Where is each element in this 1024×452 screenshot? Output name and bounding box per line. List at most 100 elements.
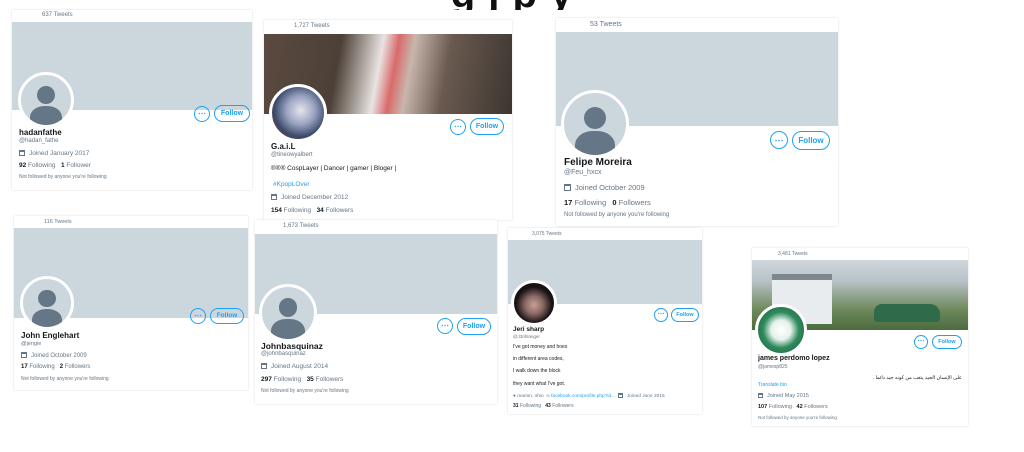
not-followed-note: Not followed by anyone you're following <box>564 212 670 218</box>
joined-date: Joined October 2009 <box>564 183 645 192</box>
bio-line: I've got money and hoes <box>513 344 568 350</box>
display-name: james perdomo lopez <box>758 355 830 362</box>
display-name: Felipe Moreira <box>564 157 632 168</box>
followers-count[interactable]: 42 <box>797 404 803 410</box>
location: marion, ohio <box>517 394 544 399</box>
tweet-count: 1,727 Tweets <box>294 23 330 29</box>
calendar-icon <box>261 363 267 369</box>
avatar[interactable] <box>561 90 629 158</box>
profile-card-hadanfathe: 637 Tweets ⋯ Follow hadanfathe @hadan_fa… <box>12 10 252 190</box>
tweet-count: 3,075 Tweets <box>532 231 562 237</box>
followers-count[interactable]: 35 <box>307 376 314 383</box>
display-name: Jeri sharp <box>513 326 545 333</box>
follow-stats: 17 Following 0 Followers <box>564 198 651 207</box>
calendar-icon <box>271 194 277 200</box>
joined-date: Joined December 2012 <box>271 194 348 201</box>
more-options-button[interactable]: ⋯ <box>654 308 668 322</box>
bio-line: in different area codes, <box>513 356 564 362</box>
joined-date: Joined January 2017 <box>19 150 89 157</box>
profile-card-johnbasquinaz: 1,673 Tweets ⋯ Follow Johnbasquinaz @joh… <box>255 220 497 404</box>
following-count[interactable]: 297 <box>261 376 272 383</box>
not-followed-note: Not followed by anyone you're following <box>758 415 837 420</box>
profile-card-felipe: 53 Tweets ⋯ Follow Felipe Moreira @Feu_h… <box>556 18 838 226</box>
more-options-button[interactable]: ⋯ <box>437 318 453 334</box>
following-count[interactable]: 31 <box>513 403 519 409</box>
profile-meta: ● marion, ohio ∞ facebook.com/profile.ph… <box>513 393 665 399</box>
follow-stats: 92 Following 1 Follower <box>19 162 91 169</box>
link-icon: ∞ <box>546 394 550 399</box>
joined-date: Joined May 2015 <box>758 393 809 399</box>
more-options-button[interactable]: ⋯ <box>194 106 210 122</box>
calendar-icon <box>758 393 763 398</box>
following-count[interactable]: 17 <box>21 364 28 370</box>
following-count[interactable]: 17 <box>564 198 572 207</box>
hashtag-link[interactable]: #KpopLOver <box>273 181 310 188</box>
follow-stats: 31 Following 43 Followers <box>513 403 574 409</box>
handle: @J3rihlanger <box>513 334 540 339</box>
following-count[interactable]: 107 <box>758 404 767 410</box>
calendar-icon <box>21 352 27 358</box>
joined-date: Joined June 2016 <box>626 394 665 399</box>
website-link[interactable]: facebook.com/profile.php?id... <box>551 394 615 399</box>
avatar[interactable] <box>755 304 807 356</box>
profile-card-john-englehart: 116 Tweets ⋯ Follow John Englehart @jeng… <box>14 216 248 390</box>
following-count[interactable]: 92 <box>19 162 26 169</box>
handle: @Feu_hxcx <box>564 169 602 176</box>
follow-button[interactable]: Follow <box>214 105 250 122</box>
followers-count[interactable]: 34 <box>317 207 324 214</box>
handle: @hadan_fathe <box>19 138 59 144</box>
follow-button[interactable]: Follow <box>671 308 699 322</box>
display-name: hadanfathe <box>19 128 62 137</box>
display-name: John Englehart <box>21 331 80 340</box>
avatar[interactable] <box>511 280 557 326</box>
banner-car <box>874 304 940 322</box>
tweet-count: 637 Tweets <box>42 12 73 18</box>
followers-count[interactable]: 2 <box>60 364 63 370</box>
display-name: Johnbasquinaz <box>261 341 323 351</box>
translate-bio-link[interactable]: Translate bio <box>758 382 787 388</box>
follow-button[interactable]: Follow <box>792 131 830 150</box>
tweet-count: 3,481 Tweets <box>778 251 808 257</box>
follow-button[interactable]: Follow <box>470 118 504 135</box>
calendar-icon <box>564 184 571 191</box>
follow-stats: 17 Following 2 Followers <box>21 364 91 370</box>
more-options-button[interactable]: ⋯ <box>770 131 788 149</box>
calendar-icon <box>19 150 25 156</box>
handle: @jengie <box>21 341 42 347</box>
more-options-button[interactable]: ⋯ <box>190 308 206 324</box>
handle: @jamesp825 <box>758 364 788 370</box>
following-count[interactable]: 154 <box>271 207 282 214</box>
follow-stats: 297 Following 35 Followers <box>261 376 344 383</box>
handle: @johnbasquinaz <box>261 351 306 357</box>
joined-date: Joined October 2009 <box>21 352 87 359</box>
followers-count[interactable]: 1 <box>61 162 65 169</box>
more-options-button[interactable]: ⋯ <box>914 335 928 349</box>
tweet-count: 116 Tweets <box>44 219 72 225</box>
avatar[interactable] <box>20 276 74 330</box>
follow-stats: 154 Following 34 Followers <box>271 207 354 214</box>
followers-count[interactable]: 43 <box>545 403 551 409</box>
followers-count[interactable]: 0 <box>612 198 616 207</box>
location-icon: ● <box>513 394 516 399</box>
more-options-button[interactable]: ⋯ <box>450 119 466 135</box>
bio-line: they want what I've got. <box>513 381 566 387</box>
profile-card-james-perdomo-lopez: 3,481 Tweets ⋯ Follow james perdomo lope… <box>752 248 968 426</box>
display-name: G.a.i.L <box>271 142 296 151</box>
tweet-count: 1,673 Tweets <box>283 223 319 229</box>
bio: ®®® CospLayer | Dancer | gamer | Bloger … <box>271 165 397 172</box>
bio-line: I walk down the block <box>513 368 561 374</box>
not-followed-note: Not followed by anyone you're following <box>19 174 107 180</box>
joined-date: Joined August 2014 <box>261 363 328 370</box>
follow-button[interactable]: Follow <box>210 308 244 324</box>
bio-arabic: على الإنسان الجيد يتعب من كونه جيد دائما… <box>872 375 962 381</box>
avatar[interactable] <box>18 72 74 128</box>
avatar[interactable] <box>259 284 317 342</box>
follow-button[interactable]: Follow <box>932 335 962 349</box>
follow-stats: 107 Following 42 Followers <box>758 404 828 410</box>
avatar[interactable] <box>269 84 327 142</box>
profile-card-jeri-sharp: 3,075 Tweets ⋯ Follow Jeri sharp @J3rihl… <box>508 228 702 414</box>
follow-button[interactable]: Follow <box>457 318 491 335</box>
handle: @tineowyalbert <box>271 152 313 158</box>
tweet-count: 53 Tweets <box>590 21 622 28</box>
not-followed-note: Not followed by anyone you're following <box>261 388 349 394</box>
